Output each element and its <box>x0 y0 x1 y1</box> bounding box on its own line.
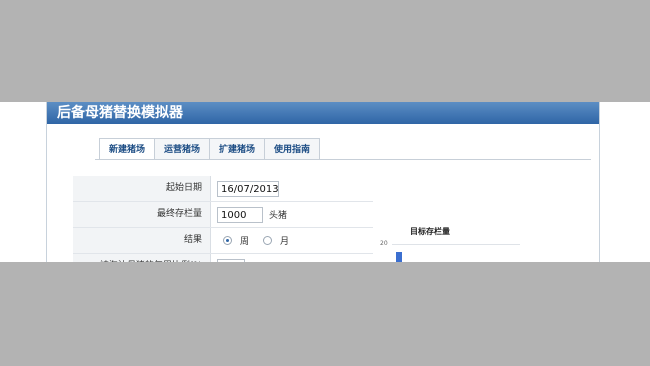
final-stock-input[interactable]: 1000 <box>217 206 263 223</box>
target-stock-chart: 目标存栏量 20 <box>380 226 520 262</box>
window-title: 后备母猪替换模拟器 <box>47 102 599 124</box>
tab-operating-farm[interactable]: 运营猪场 <box>154 138 211 160</box>
start-date-label: 起始日期 <box>73 176 211 201</box>
start-date-input[interactable]: 16/07/2013 <box>217 180 279 197</box>
cull-rate-label: 被淘汰母猪的每周比例(% <box>73 254 211 262</box>
month-radio[interactable] <box>263 236 273 245</box>
tab-divider <box>95 159 591 160</box>
chart-gridline <box>392 244 520 245</box>
tab-new-farm[interactable]: 新建猪场 <box>99 138 156 160</box>
week-radio-label: 周 <box>240 237 250 247</box>
start-date-row: 起始日期 16/07/2013 <box>73 176 373 202</box>
week-radio[interactable] <box>223 236 232 245</box>
final-stock-label: 最终存栏量 <box>73 202 211 227</box>
month-radio-label: 月 <box>280 237 290 247</box>
parameters-form: 起始日期 16/07/2013 最终存栏量 1000 头猪 结果 周 月 <box>73 176 373 262</box>
top-backdrop <box>0 0 650 102</box>
cull-rate-row: 被淘汰母猪的每周比例(% <box>73 254 373 262</box>
result-label: 结果 <box>73 228 211 253</box>
screen-strip: 后备母猪替换模拟器 新建猪场 运营猪场 扩建猪场 使用指南 起始日期 16/07… <box>0 102 650 262</box>
final-stock-unit: 头猪 <box>269 211 288 221</box>
chart-bar <box>396 252 402 262</box>
tab-expand-farm[interactable]: 扩建猪场 <box>209 138 266 160</box>
tab-bar: 新建猪场 运营猪场 扩建猪场 使用指南 <box>99 138 321 160</box>
bottom-backdrop <box>0 262 650 366</box>
chart-title: 目标存栏量 <box>410 227 450 236</box>
tab-user-guide[interactable]: 使用指南 <box>264 138 321 160</box>
result-row: 结果 周 月 <box>73 228 373 254</box>
chart-y-tick-label: 20 <box>380 240 388 247</box>
final-stock-row: 最终存栏量 1000 头猪 <box>73 202 373 228</box>
